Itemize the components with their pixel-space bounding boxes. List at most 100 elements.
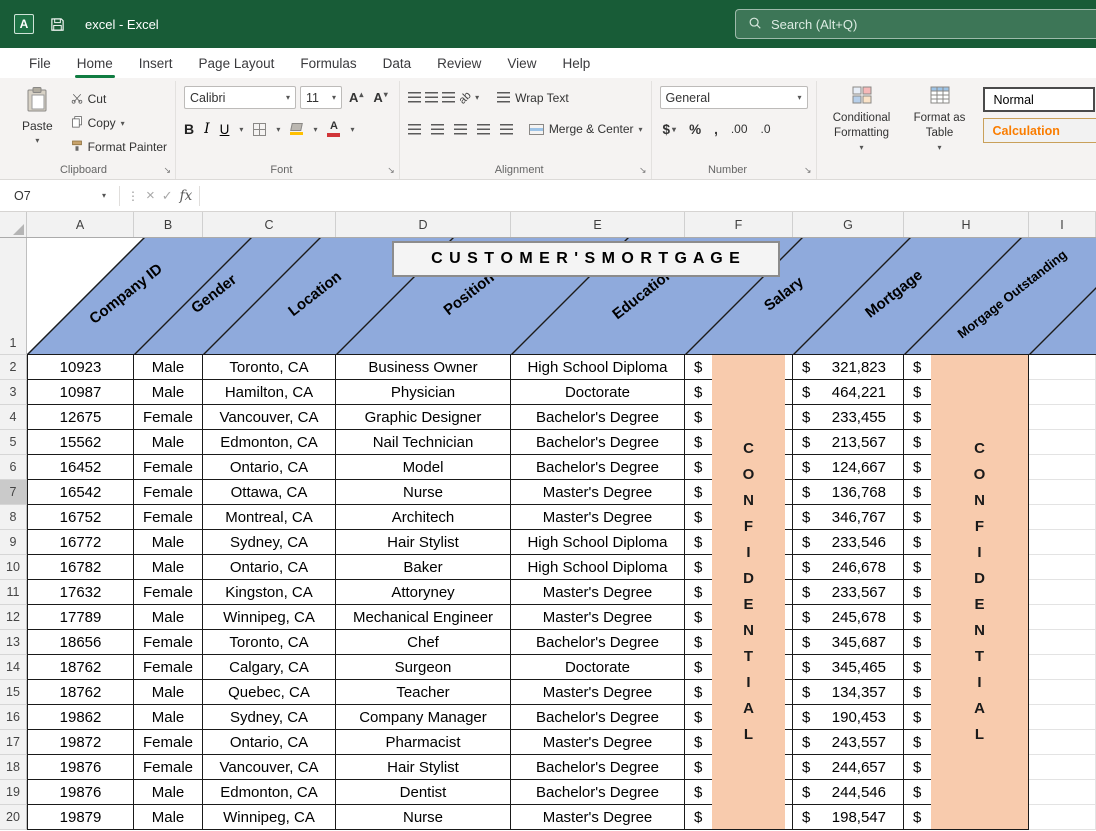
cell-mortgage[interactable]: $244,546 <box>793 780 904 805</box>
cell-mortgage[interactable]: $464,221 <box>793 380 904 405</box>
cell-company_id[interactable]: 12675 <box>27 405 134 430</box>
column-header-A[interactable]: A <box>27 212 134 237</box>
cell-mortgage[interactable]: $233,455 <box>793 405 904 430</box>
cell-education[interactable]: Bachelor's Degree <box>511 705 685 730</box>
column-header-I[interactable]: I <box>1029 212 1096 237</box>
percent-style-button[interactable]: % <box>686 122 704 137</box>
cell-location[interactable]: Calgary, CA <box>203 655 336 680</box>
increase-indent-icon[interactable] <box>499 123 513 135</box>
tab-help[interactable]: Help <box>549 50 603 78</box>
cell-empty[interactable] <box>1029 430 1096 455</box>
cell-location[interactable]: Ontario, CA <box>203 730 336 755</box>
cell-empty[interactable] <box>1029 480 1096 505</box>
row-header-7[interactable]: 7 <box>0 480 27 505</box>
tab-data[interactable]: Data <box>370 50 425 78</box>
increase-font-size-button[interactable]: A ▴ <box>346 90 366 105</box>
cell-empty[interactable] <box>1029 805 1096 830</box>
font-color-button[interactable]: A <box>327 121 341 137</box>
cell-location[interactable]: Ontario, CA <box>203 455 336 480</box>
search-box[interactable]: Search (Alt+Q) <box>735 9 1096 39</box>
cell-company_id[interactable]: 10987 <box>27 380 134 405</box>
decrease-indent-icon[interactable] <box>476 123 490 135</box>
cell-education[interactable]: Bachelor's Degree <box>511 755 685 780</box>
cell-mortgage[interactable]: $190,453 <box>793 705 904 730</box>
cell-empty[interactable] <box>1029 505 1096 530</box>
column-header-E[interactable]: E <box>511 212 685 237</box>
cell-company_id[interactable]: 16542 <box>27 480 134 505</box>
fill-color-options-icon[interactable]: ▾ <box>313 125 317 134</box>
merge-center-button[interactable]: Merge & Center ▾ <box>528 122 643 136</box>
cell-style-calculation[interactable]: Calculation <box>982 118 1096 143</box>
cell-location[interactable]: Toronto, CA <box>203 630 336 655</box>
cell-education[interactable]: Master's Degree <box>511 730 685 755</box>
cell-gender[interactable]: Male <box>134 380 203 405</box>
cell-gender[interactable]: Female <box>134 455 203 480</box>
cell-position[interactable]: Teacher <box>336 680 511 705</box>
cell-gender[interactable]: Female <box>134 580 203 605</box>
cell-company_id[interactable]: 16782 <box>27 555 134 580</box>
row-header-11[interactable]: 11 <box>0 580 27 605</box>
tab-insert[interactable]: Insert <box>126 50 186 78</box>
cell-empty[interactable] <box>1029 730 1096 755</box>
orientation-options-icon[interactable]: ▾ <box>475 93 479 102</box>
cell-position[interactable]: Attoryney <box>336 580 511 605</box>
cell-company_id[interactable]: 18762 <box>27 655 134 680</box>
orientation-icon[interactable]: ab <box>456 89 473 106</box>
row-header-20[interactable]: 20 <box>0 805 27 830</box>
cell-company_id[interactable]: 19872 <box>27 730 134 755</box>
cell-company_id[interactable]: 17789 <box>27 605 134 630</box>
cell-company_id[interactable]: 18656 <box>27 630 134 655</box>
number-format-select[interactable]: General ▾ <box>659 86 808 109</box>
cell-education[interactable]: Bachelor's Degree <box>511 430 685 455</box>
cell-position[interactable]: Surgeon <box>336 655 511 680</box>
cell-position[interactable]: Dentist <box>336 780 511 805</box>
comma-style-button[interactable]: , <box>711 122 721 137</box>
cell-empty[interactable] <box>1029 380 1096 405</box>
cell-empty[interactable] <box>1029 755 1096 780</box>
tab-page-layout[interactable]: Page Layout <box>186 50 288 78</box>
paste-button[interactable]: Paste ▾ <box>12 83 63 156</box>
cell-education[interactable]: High School Diploma <box>511 355 685 380</box>
cell-company_id[interactable]: 10923 <box>27 355 134 380</box>
decrease-font-size-button[interactable]: A ▾ <box>370 90 390 105</box>
cell-company_id[interactable]: 16772 <box>27 530 134 555</box>
cell-location[interactable]: Edmonton, CA <box>203 780 336 805</box>
cell-position[interactable]: Hair Stylist <box>336 755 511 780</box>
column-header-G[interactable]: G <box>793 212 904 237</box>
cell-gender[interactable]: Female <box>134 755 203 780</box>
cell-company_id[interactable]: 19879 <box>27 805 134 830</box>
cell-empty[interactable] <box>1029 655 1096 680</box>
cell-empty[interactable] <box>1029 605 1096 630</box>
column-header-F[interactable]: F <box>685 212 793 237</box>
cell-mortgage[interactable]: $246,678 <box>793 555 904 580</box>
cell-location[interactable]: Ottawa, CA <box>203 480 336 505</box>
confidential-overlay-salary[interactable]: CONFIDENTIAL <box>712 355 785 829</box>
cell-position[interactable]: Mechanical Engineer <box>336 605 511 630</box>
cell-education[interactable]: High School Diploma <box>511 555 685 580</box>
cell-location[interactable]: Quebec, CA <box>203 680 336 705</box>
cell-gender[interactable]: Female <box>134 730 203 755</box>
cell-company_id[interactable]: 18762 <box>27 680 134 705</box>
align-right-icon[interactable] <box>453 123 467 135</box>
cell-company_id[interactable]: 19876 <box>27 780 134 805</box>
cell-empty[interactable] <box>1029 455 1096 480</box>
cell-position[interactable]: Pharmacist <box>336 730 511 755</box>
tab-home[interactable]: Home <box>64 50 126 78</box>
column-header-D[interactable]: D <box>336 212 511 237</box>
wrap-text-button[interactable]: Wrap Text <box>497 91 569 105</box>
tab-review[interactable]: Review <box>424 50 494 78</box>
cell-education[interactable]: Bachelor's Degree <box>511 455 685 480</box>
italic-button[interactable]: I <box>204 121 210 137</box>
cell-empty[interactable] <box>1029 405 1096 430</box>
row-header-8[interactable]: 8 <box>0 505 27 530</box>
cell-gender[interactable]: Female <box>134 480 203 505</box>
cell-location[interactable]: Winnipeg, CA <box>203 805 336 830</box>
select-all-corner[interactable] <box>0 212 27 237</box>
cell-gender[interactable]: Male <box>134 355 203 380</box>
cell-location[interactable]: Winnipeg, CA <box>203 605 336 630</box>
row-header-6[interactable]: 6 <box>0 455 27 480</box>
cell-position[interactable]: Graphic Designer <box>336 405 511 430</box>
cell-company_id[interactable]: 17632 <box>27 580 134 605</box>
cell-education[interactable]: Bachelor's Degree <box>511 405 685 430</box>
cell-gender[interactable]: Male <box>134 805 203 830</box>
